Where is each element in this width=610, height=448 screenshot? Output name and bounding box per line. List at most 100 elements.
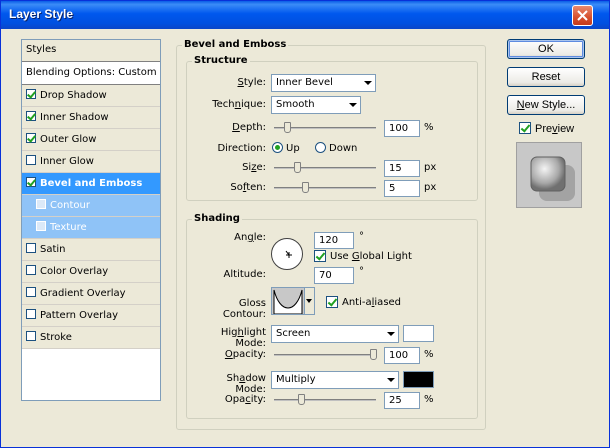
depth-slider-thumb[interactable]	[284, 122, 291, 133]
size-unit: px	[424, 162, 437, 173]
style-item-checkbox[interactable]	[26, 177, 36, 187]
style-preview-thumbnail	[516, 142, 582, 208]
style-item-label: Bevel and Emboss	[40, 178, 143, 189]
shadow-mode-label: Shadow Mode:	[226, 373, 266, 395]
shadow-opacity-slider-thumb[interactable]	[298, 394, 305, 405]
size-label: Size:	[242, 162, 266, 173]
styles-header[interactable]: Styles	[22, 40, 160, 62]
styles-list: Styles Blending Options: Custom Drop Sha…	[21, 39, 161, 401]
chevron-down-icon	[306, 299, 312, 303]
style-item-stroke[interactable]: Stroke	[22, 327, 160, 349]
chevron-down-icon	[349, 103, 357, 107]
style-item-checkbox[interactable]	[26, 265, 36, 275]
style-item-checkbox[interactable]	[26, 155, 36, 165]
style-item-label: Contour	[50, 200, 90, 211]
preview-checkbox[interactable]	[519, 122, 531, 134]
style-item-contour[interactable]: Contour	[22, 195, 160, 217]
style-item-label: Gradient Overlay	[40, 288, 126, 299]
style-item-checkbox[interactable]	[26, 133, 36, 143]
highlight-color-swatch[interactable]	[403, 325, 434, 342]
depth-slider[interactable]	[274, 122, 376, 133]
style-item-checkbox[interactable]	[36, 221, 46, 231]
close-icon	[577, 10, 588, 21]
shadow-opacity-unit: %	[424, 394, 434, 405]
preview-swatch-icon	[517, 143, 581, 207]
title-bar[interactable]: Layer Style	[1, 1, 609, 29]
anti-aliased-label: Anti-aliased	[342, 297, 402, 308]
style-item-label: Drop Shadow	[40, 90, 107, 101]
style-item-inner-shadow[interactable]: Inner Shadow	[22, 107, 160, 129]
style-item-label: Outer Glow	[40, 134, 97, 145]
highlight-opacity-slider[interactable]	[274, 349, 377, 360]
soften-input[interactable]: 5	[384, 180, 420, 197]
shadow-opacity-slider[interactable]	[274, 394, 376, 405]
shadow-color-swatch[interactable]	[403, 371, 434, 388]
layer-style-window: Layer Style Styles Blending Options: Cus…	[0, 0, 610, 448]
style-item-gradient-overlay[interactable]: Gradient Overlay	[22, 283, 160, 305]
gloss-contour-dropdown[interactable]	[305, 287, 315, 315]
gloss-contour-label: Gloss Contour:	[222, 298, 266, 320]
highlight-mode-value: Screen	[276, 328, 311, 339]
angle-input[interactable]: 120	[314, 232, 354, 249]
opacity-label: Opacity:	[224, 349, 266, 360]
size-slider-thumb[interactable]	[294, 162, 301, 173]
style-item-checkbox[interactable]	[26, 309, 36, 319]
shadow-mode-value: Multiply	[276, 374, 316, 385]
use-global-light-label: Use Global Light	[330, 251, 412, 262]
style-item-checkbox[interactable]	[36, 199, 46, 209]
size-input[interactable]: 15	[384, 160, 420, 177]
angle-crosshair-icon	[285, 250, 292, 258]
style-item-checkbox[interactable]	[26, 331, 36, 341]
anti-aliased-checkbox[interactable]	[326, 296, 338, 308]
opacity2-label: Opacity:	[224, 394, 266, 405]
style-item-label: Satin	[40, 244, 66, 255]
style-item-label: Pattern Overlay	[40, 310, 119, 321]
angle-dial[interactable]	[271, 238, 303, 270]
use-global-light-checkbox[interactable]	[314, 250, 326, 262]
style-item-label: Stroke	[40, 332, 72, 343]
highlight-mode-label: Highlight Mode:	[220, 327, 266, 349]
style-item-checkbox[interactable]	[26, 287, 36, 297]
direction-down-radio[interactable]: Down	[315, 142, 357, 154]
depth-input[interactable]: 100	[384, 120, 420, 137]
style-item-texture[interactable]: Texture	[22, 217, 160, 239]
highlight-opacity-slider-thumb[interactable]	[370, 349, 377, 360]
reset-button[interactable]: Reset	[507, 67, 585, 87]
ok-button[interactable]: OK	[507, 39, 585, 59]
style-item-checkbox[interactable]	[26, 111, 36, 121]
soften-label: Soften:	[230, 182, 266, 193]
blending-options-item[interactable]: Blending Options: Custom	[22, 63, 160, 85]
window-title: Layer Style	[9, 7, 74, 21]
style-item-bevel-and-emboss[interactable]: Bevel and Emboss	[22, 173, 160, 195]
new-style-button[interactable]: New Style...	[507, 95, 585, 115]
shadow-opacity-input[interactable]: 25	[384, 392, 420, 409]
style-select[interactable]: Inner Bevel	[271, 74, 376, 92]
altitude-input[interactable]: 70	[314, 267, 354, 284]
gloss-contour-preview[interactable]	[271, 287, 305, 315]
soften-slider-thumb[interactable]	[302, 182, 309, 193]
size-slider[interactable]	[274, 162, 376, 173]
shadow-mode-select[interactable]: Multiply	[271, 371, 399, 389]
style-item-outer-glow[interactable]: Outer Glow	[22, 129, 160, 151]
style-item-pattern-overlay[interactable]: Pattern Overlay	[22, 305, 160, 327]
soften-slider[interactable]	[274, 182, 376, 193]
style-label: Style:	[237, 77, 267, 88]
technique-value: Smooth	[276, 99, 315, 110]
style-item-checkbox[interactable]	[26, 89, 36, 99]
style-item-satin[interactable]: Satin	[22, 239, 160, 261]
technique-select[interactable]: Smooth	[271, 96, 361, 114]
depth-label: Depth:	[232, 122, 266, 133]
style-item-inner-glow[interactable]: Inner Glow	[22, 151, 160, 173]
style-item-label: Color Overlay	[40, 266, 109, 277]
style-item-drop-shadow[interactable]: Drop Shadow	[22, 85, 160, 107]
direction-up-radio[interactable]: Up	[272, 142, 300, 154]
dialog-client: Styles Blending Options: Custom Drop Sha…	[4, 29, 606, 446]
technique-label: Technique:	[212, 99, 266, 110]
highlight-opacity-input[interactable]: 100	[384, 347, 420, 364]
style-item-label: Texture	[50, 222, 87, 233]
style-item-checkbox[interactable]	[26, 243, 36, 253]
highlight-mode-select[interactable]: Screen	[271, 325, 399, 343]
close-button[interactable]	[572, 5, 593, 26]
style-item-color-overlay[interactable]: Color Overlay	[22, 261, 160, 283]
contour-curve-icon	[272, 288, 304, 315]
